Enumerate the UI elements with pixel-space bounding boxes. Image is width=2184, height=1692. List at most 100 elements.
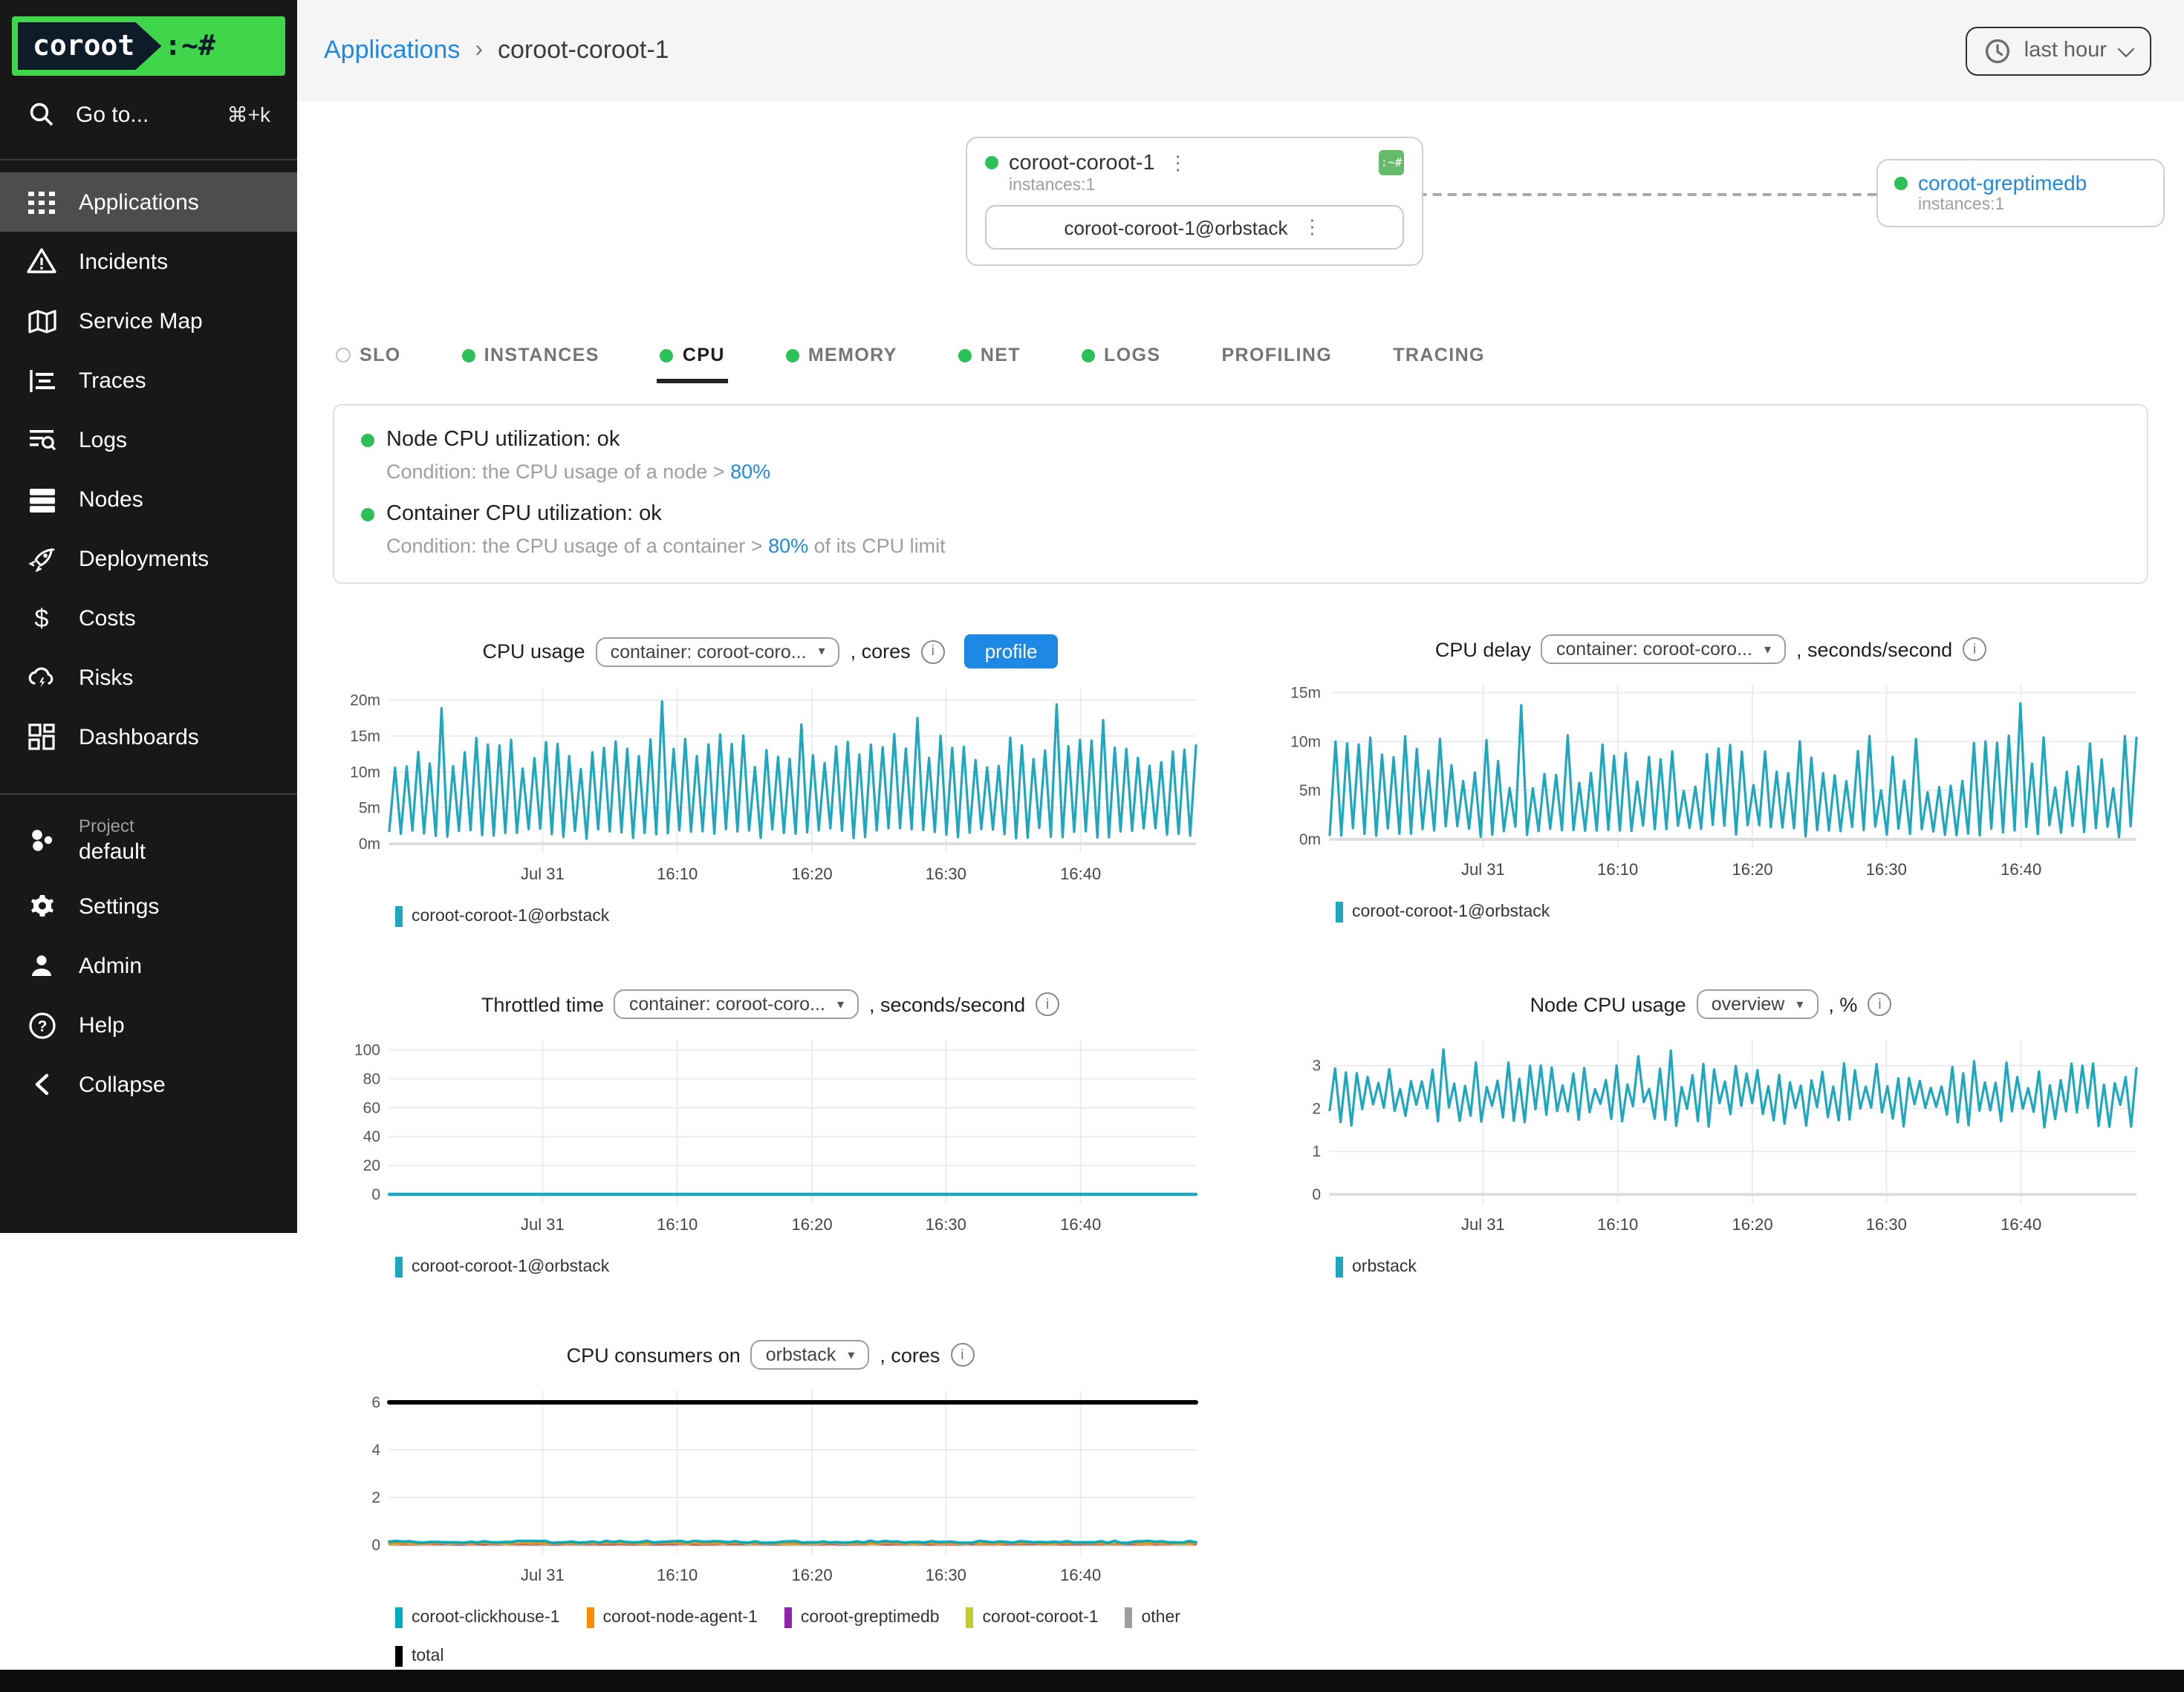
sidebar-item-collapse[interactable]: Collapse <box>0 1055 297 1114</box>
tab-net[interactable]: NET <box>955 336 1024 383</box>
info-icon[interactable] <box>921 640 945 663</box>
status-dot <box>361 433 374 446</box>
chevron-left-icon <box>27 1070 56 1099</box>
sidebar-item-incidents[interactable]: Incidents <box>0 232 297 291</box>
sidebar-item-deployments[interactable]: Deployments <box>0 529 297 588</box>
sidebar-item-costs[interactable]: $ Costs <box>0 588 297 648</box>
chart-header: Throttled time container: coroot-coro...… <box>333 989 1208 1019</box>
nodes-icon <box>27 484 56 514</box>
sidebar-item-label: Help <box>79 1012 125 1038</box>
chart-legend: coroot-clickhouse-1 coroot-node-agent-1 co… <box>395 1607 1208 1667</box>
node-selector[interactable]: orbstack <box>751 1340 870 1370</box>
sidebar-item-help[interactable]: ? Help <box>0 995 297 1055</box>
check-title: Node CPU utilization: ok <box>386 428 620 452</box>
sidebar-item-label: Service Map <box>79 308 203 333</box>
chart-header: CPU consumers on orbstack , cores <box>333 1340 1208 1370</box>
cpu-status-dot <box>660 348 674 362</box>
chart-header: Node CPU usage overview , % <box>1273 989 2148 1019</box>
svg-text:16:40: 16:40 <box>2001 860 2041 879</box>
chart-legend: coroot-coroot-1@orbstack <box>1336 902 2148 923</box>
status-dot <box>985 156 998 169</box>
sidebar-item-nodes[interactable]: Nodes <box>0 469 297 529</box>
chart-title: CPU usage <box>482 640 585 663</box>
coroot-logo-text: coroot <box>18 22 161 70</box>
breadcrumb-applications[interactable]: Applications <box>324 36 460 65</box>
svg-text:16:30: 16:30 <box>1866 1215 1907 1234</box>
bottom-bar <box>0 1670 2184 1692</box>
project-switcher[interactable]: Project default <box>0 804 297 876</box>
tab-profiling[interactable]: PROFILING <box>1218 336 1335 383</box>
kebab-menu-icon[interactable]: ⋮ <box>1299 215 1325 239</box>
svg-text:0: 0 <box>1312 1186 1321 1203</box>
search-icon <box>27 100 56 129</box>
upstream-app-link[interactable]: coroot-greptimedb <box>1918 171 2087 195</box>
container-selector[interactable]: container: coroot-coro... <box>1541 634 1786 664</box>
chart-legend: orbstack <box>1336 1257 2148 1278</box>
chart-header: CPU delay container: coroot-coro... , se… <box>1273 634 2148 664</box>
go-to-search[interactable]: Go to... ⌘+k <box>0 76 297 150</box>
threshold-value[interactable]: 80% <box>768 535 808 557</box>
legend-item[interactable]: other <box>1125 1607 1180 1628</box>
legend-item[interactable]: coroot-coroot-1@orbstack <box>395 906 609 927</box>
terminal-badge[interactable]: :~# <box>1379 150 1404 175</box>
profile-button[interactable]: profile <box>964 634 1059 668</box>
user-icon <box>27 951 56 980</box>
coroot-logo[interactable]: coroot :~# <box>12 16 285 76</box>
svg-text:0m: 0m <box>359 836 380 853</box>
legend-item[interactable]: orbstack <box>1336 1257 1417 1278</box>
legend-item[interactable]: coroot-coroot-1@orbstack <box>395 1257 609 1278</box>
legend-item[interactable]: coroot-node-agent-1 <box>586 1607 757 1628</box>
tab-slo[interactable]: SLO <box>333 336 404 383</box>
svg-text:Jul 31: Jul 31 <box>1461 860 1505 879</box>
tab-tracing[interactable]: TRACING <box>1390 336 1488 383</box>
chart-node-cpu-usage: Node CPU usage overview , % Jul 3116:101… <box>1273 989 2148 1278</box>
threshold-value[interactable]: 80% <box>730 461 770 483</box>
project-name: default <box>79 839 146 865</box>
svg-text:2: 2 <box>371 1489 380 1506</box>
svg-text:0: 0 <box>371 1537 380 1554</box>
container-selector[interactable]: container: coroot-coro... <box>614 989 859 1019</box>
status-dot <box>361 507 374 521</box>
chart-title: Throttled time <box>481 993 604 1015</box>
time-range-picker[interactable]: last hour <box>1966 26 2151 75</box>
svg-text:0m: 0m <box>1299 831 1321 848</box>
app-name: coroot-coroot-1 <box>1009 151 1155 175</box>
legend-item[interactable]: coroot-clickhouse-1 <box>395 1607 559 1628</box>
chart-throttled-time: Throttled time container: coroot-coro...… <box>333 989 1208 1278</box>
info-icon[interactable] <box>1036 992 1059 1016</box>
svg-text:20m: 20m <box>350 692 380 709</box>
sidebar-item-settings[interactable]: Settings <box>0 876 297 936</box>
svg-text:15m: 15m <box>1290 685 1321 702</box>
tab-logs[interactable]: LOGS <box>1079 336 1163 383</box>
legend-item[interactable]: coroot-greptimedb <box>784 1607 940 1628</box>
svg-text:16:40: 16:40 <box>1060 1215 1101 1234</box>
view-selector[interactable]: overview <box>1697 989 1819 1019</box>
sidebar-item-admin[interactable]: Admin <box>0 936 297 995</box>
svg-text:10m: 10m <box>1290 733 1321 750</box>
sidebar-item-applications[interactable]: Applications <box>0 172 297 232</box>
sidebar-item-logs[interactable]: Logs <box>0 410 297 469</box>
legend-item[interactable]: coroot-coroot-1 <box>966 1607 1099 1628</box>
check-node-cpu: Node CPU utilization: ok Condition: the … <box>361 428 2120 483</box>
info-icon[interactable] <box>1868 992 1891 1016</box>
cloud-bolt-icon <box>27 663 56 692</box>
legend-item[interactable]: total <box>395 1646 444 1667</box>
container-selector[interactable]: container: coroot-coro... <box>596 637 840 666</box>
svg-text:16:20: 16:20 <box>1732 1215 1773 1234</box>
sidebar-item-label: Incidents <box>79 249 168 274</box>
go-to-label: Go to... <box>76 102 149 127</box>
sidebar-item-risks[interactable]: Risks <box>0 648 297 707</box>
kebab-menu-icon[interactable]: ⋮ <box>1166 151 1191 175</box>
sidebar-item-service-map[interactable]: Service Map <box>0 291 297 351</box>
sidebar-item-label: Traces <box>79 368 146 393</box>
svg-text:16:20: 16:20 <box>1732 860 1773 879</box>
tab-memory[interactable]: MEMORY <box>783 336 900 383</box>
main-content: Applications › coroot-coroot-1 last hour… <box>297 0 2184 1667</box>
tab-instances[interactable]: INSTANCES <box>459 336 602 383</box>
sidebar-item-traces[interactable]: Traces <box>0 351 297 410</box>
sidebar-item-dashboards[interactable]: Dashboards <box>0 707 297 767</box>
tab-cpu[interactable]: CPU <box>657 336 728 383</box>
legend-item[interactable]: coroot-coroot-1@orbstack <box>1336 902 1550 923</box>
info-icon[interactable] <box>950 1343 974 1367</box>
info-icon[interactable] <box>1963 637 1986 661</box>
